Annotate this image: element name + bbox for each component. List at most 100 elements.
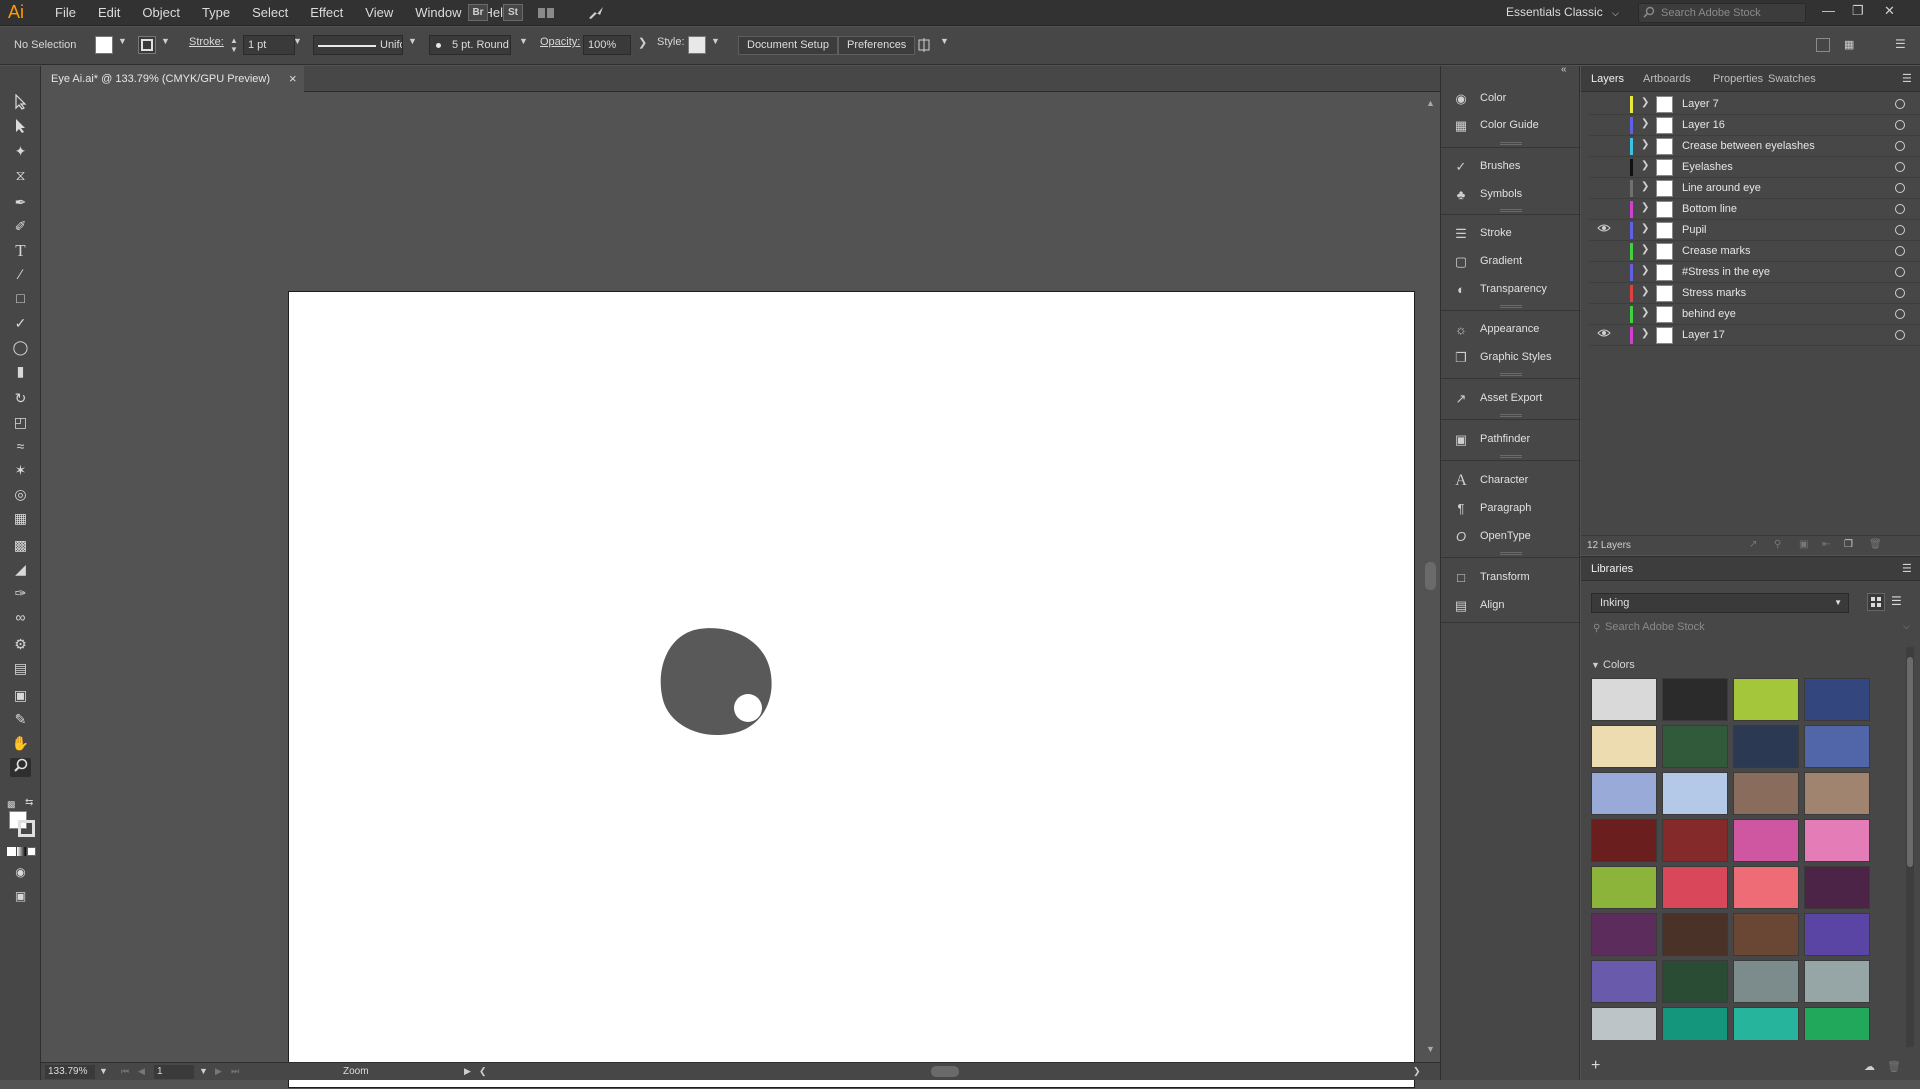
close-icon[interactable]: ✕ — [1884, 3, 1895, 19]
vertical-scrollbar[interactable]: ▲ ▼ — [1422, 92, 1440, 1062]
type-tool-icon[interactable]: T — [10, 241, 31, 260]
artboard-tool-icon[interactable]: ▣ — [10, 686, 31, 705]
color-swatch[interactable] — [1591, 725, 1657, 768]
stock-button[interactable]: St — [503, 4, 523, 21]
tab-layers[interactable]: Layers — [1591, 73, 1624, 85]
chevron-down-icon[interactable]: ▼ — [293, 36, 302, 46]
blend-tool-icon[interactable]: ∞ — [10, 608, 31, 627]
none-mode-icon[interactable] — [27, 847, 36, 856]
color-swatch[interactable] — [1804, 866, 1870, 909]
width-tool-icon[interactable]: ≈ — [10, 437, 31, 456]
panel-transform[interactable]: □ Transform — [1441, 565, 1581, 591]
slice-tool-icon[interactable]: ✎ — [10, 710, 31, 729]
collapse-dock-icon[interactable]: « — [1561, 64, 1567, 75]
visibility-toggle[interactable] — [1597, 201, 1613, 217]
collapse-triangle-icon[interactable]: ▼ — [1591, 660, 1600, 670]
artboard[interactable] — [288, 291, 1415, 1088]
color-swatch[interactable] — [1591, 819, 1657, 862]
layer-row[interactable]: ❯ Layer 16 — [1589, 115, 1920, 136]
panel-group-grip[interactable] — [1500, 455, 1522, 458]
color-swatch[interactable] — [1804, 772, 1870, 815]
layer-target-icon[interactable] — [1895, 246, 1905, 256]
panel-symbols[interactable]: ♣ Symbols — [1441, 182, 1581, 208]
chevron-down-icon[interactable]: ▼ — [199, 1066, 208, 1076]
color-swatch[interactable] — [1804, 819, 1870, 862]
chevron-right-icon[interactable]: ❯ — [1641, 328, 1649, 339]
layer-target-icon[interactable] — [1895, 141, 1905, 151]
symbol-sprayer-tool-icon[interactable]: ⚙ — [10, 635, 31, 654]
panel-color[interactable]: ◉ Color — [1441, 86, 1581, 112]
menu-edit[interactable]: Edit — [87, 5, 131, 20]
blob-brush-tool-icon[interactable]: ◯ — [10, 338, 31, 357]
panel-asset-export[interactable]: ↗ Asset Export — [1441, 386, 1581, 412]
visibility-toggle[interactable] — [1597, 180, 1613, 196]
color-swatch[interactable] — [1804, 725, 1870, 768]
panel-gradient[interactable]: ▢ Gradient — [1441, 249, 1581, 275]
color-swatch[interactable] — [1733, 866, 1799, 909]
panel-pathfinder[interactable]: ▣ Pathfinder — [1441, 427, 1581, 453]
list-view-icon[interactable]: ☰ — [1891, 594, 1902, 608]
delete-icon[interactable]: 🗑 — [1887, 1060, 1901, 1073]
minimize-icon[interactable]: — — [1822, 3, 1835, 18]
color-swatch[interactable] — [1662, 772, 1728, 815]
color-swatch[interactable] — [1591, 913, 1657, 956]
chevron-right-icon[interactable]: ❯ — [1641, 202, 1649, 213]
panel-brushes[interactable]: ✓ Brushes — [1441, 154, 1581, 180]
chevron-down-icon[interactable]: ▼ — [118, 36, 127, 46]
paintbrush-tool-icon[interactable]: ✓ — [10, 314, 31, 333]
drawing-modes-icon[interactable]: ◉ — [10, 863, 31, 882]
menu-view[interactable]: View — [354, 5, 404, 20]
visibility-toggle[interactable] — [1597, 138, 1613, 154]
layer-row[interactable]: ❯ Eyelashes — [1589, 157, 1920, 178]
layer-name[interactable]: Crease marks — [1682, 245, 1750, 257]
restore-icon[interactable]: ❐ — [1852, 3, 1864, 19]
color-swatch[interactable] — [1804, 913, 1870, 956]
chevron-down-icon[interactable]: ⌵ — [1903, 621, 1910, 632]
panel-menu-icon[interactable]: ☰ — [1902, 562, 1912, 575]
panel-paragraph[interactable]: ¶ Paragraph — [1441, 496, 1581, 522]
stroke-profile-field[interactable]: Uniform — [313, 35, 403, 55]
layer-row[interactable]: ❯ Stress marks — [1589, 283, 1920, 304]
layer-name[interactable]: Eyelashes — [1682, 161, 1733, 173]
add-content-icon[interactable]: + — [1591, 1057, 1600, 1075]
layer-name[interactable]: Layer 7 — [1682, 98, 1719, 110]
opacity-label[interactable]: Opacity: — [540, 36, 580, 48]
gpu-performance-icon[interactable] — [587, 4, 605, 22]
document-tab[interactable]: Eye Ai.ai* @ 133.79% (CMYK/GPU Preview) — [41, 66, 304, 92]
layer-target-icon[interactable] — [1895, 267, 1905, 277]
library-selector[interactable]: Inking ▼ — [1591, 593, 1849, 613]
chevron-right-icon[interactable]: ❯ — [1641, 97, 1649, 108]
tab-artboards[interactable]: Artboards — [1643, 73, 1691, 85]
puppet-warp-tool-icon[interactable]: ✶ — [10, 461, 31, 480]
scroll-left-icon[interactable]: ❮ — [479, 1066, 487, 1077]
previous-artboard-icon[interactable]: ◀ — [138, 1066, 145, 1077]
color-swatch[interactable] — [1662, 960, 1728, 1003]
chevron-right-icon[interactable]: ❯ — [1641, 286, 1649, 297]
color-swatch[interactable] — [1591, 866, 1657, 909]
arrange-documents-icon[interactable] — [537, 6, 557, 20]
clipping-mask-icon[interactable]: ▣ — [1799, 539, 1808, 550]
layer-row[interactable]: ❯ Crease marks — [1589, 241, 1920, 262]
document-setup-button[interactable]: Document Setup — [738, 36, 838, 55]
chevron-right-icon[interactable]: ❯ — [638, 36, 647, 49]
layer-name[interactable]: Stress marks — [1682, 287, 1746, 299]
layer-name[interactable]: Layer 16 — [1682, 119, 1725, 131]
default-fill-stroke-icon[interactable]: ▩ — [7, 799, 17, 809]
magic-wand-tool-icon[interactable]: ✦ — [10, 142, 31, 161]
color-mode-icon[interactable] — [7, 847, 16, 856]
hand-tool-icon[interactable]: ✋ — [10, 734, 31, 753]
visibility-toggle[interactable] — [1597, 285, 1613, 301]
visibility-toggle[interactable] — [1597, 222, 1613, 238]
gradient-tool-icon[interactable]: ◢ — [10, 560, 31, 579]
new-sublayer-icon[interactable]: ⇤ — [1822, 539, 1830, 550]
layer-target-icon[interactable] — [1895, 183, 1905, 193]
layer-target-icon[interactable] — [1895, 162, 1905, 172]
visibility-toggle[interactable] — [1597, 159, 1613, 175]
stroke-swatch[interactable] — [138, 36, 156, 54]
panel-color-guide[interactable]: ▦ Color Guide — [1441, 113, 1581, 139]
color-swatch[interactable] — [1733, 960, 1799, 1003]
chevron-right-icon[interactable]: ❯ — [1641, 307, 1649, 318]
creative-cloud-icon[interactable]: ☁ — [1864, 1060, 1875, 1073]
layer-name[interactable]: behind eye — [1682, 308, 1736, 320]
chevron-right-icon[interactable]: ❯ — [1641, 223, 1649, 234]
